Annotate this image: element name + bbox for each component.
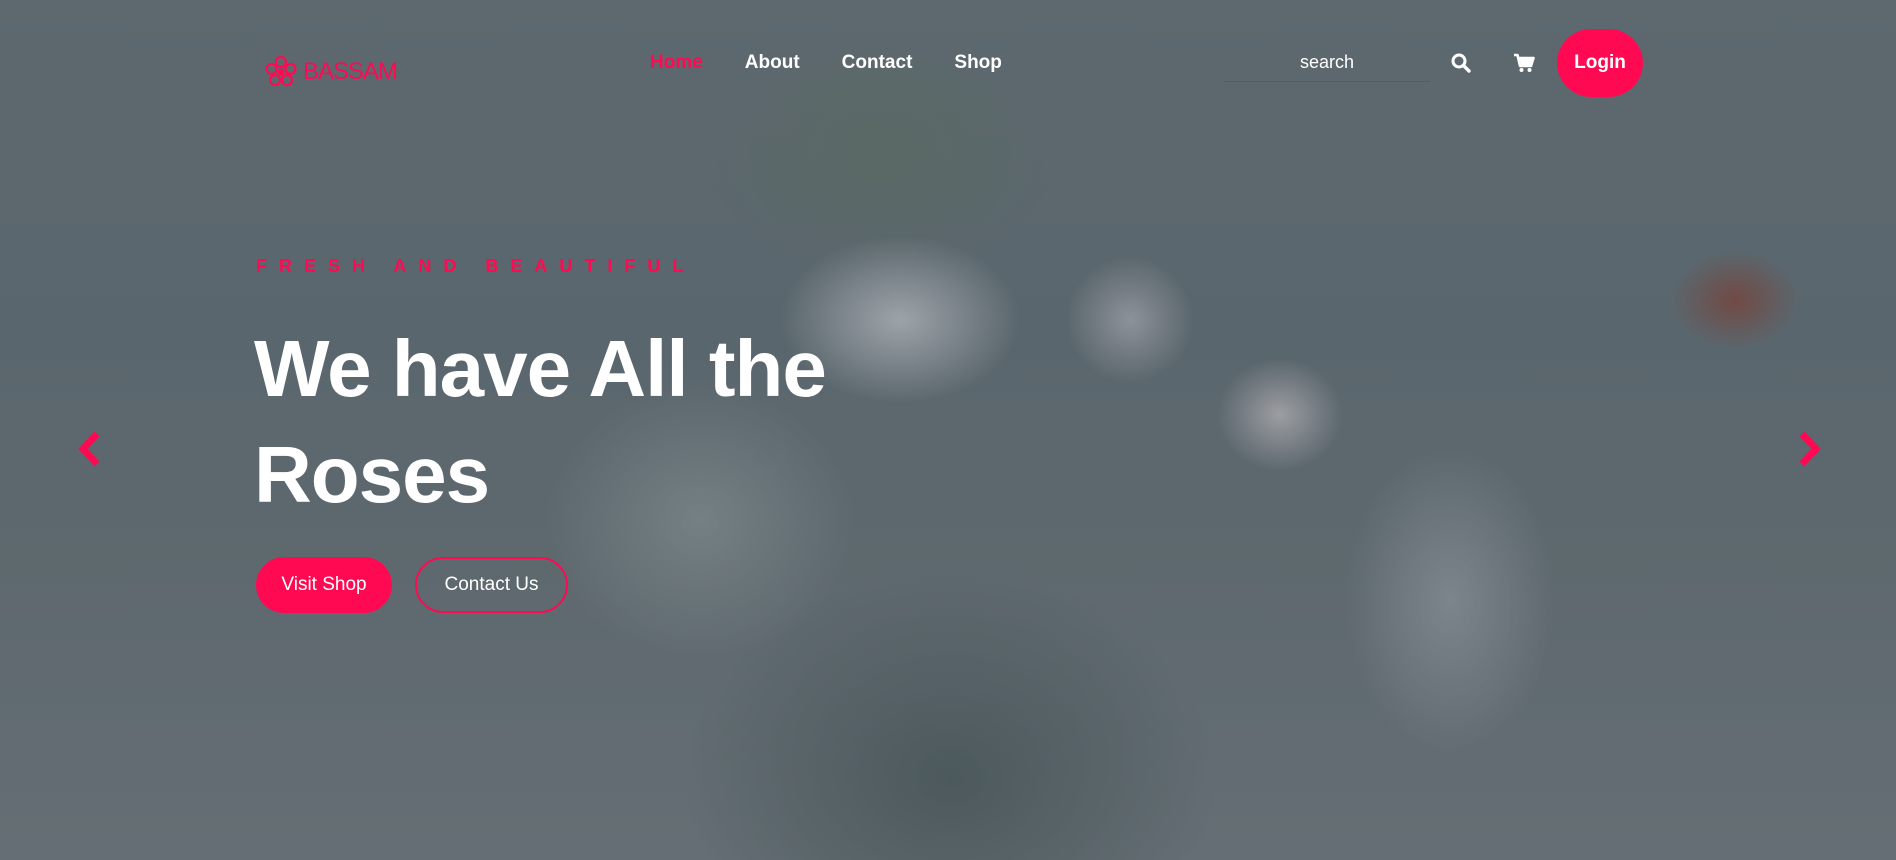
hero-kicker: FRESH AND BEAUTIFUL	[256, 256, 696, 276]
chevron-left-icon	[78, 431, 100, 467]
chevron-right-icon	[1799, 431, 1821, 467]
nav-item-contact[interactable]: Contact	[842, 50, 913, 76]
search-button[interactable]	[1448, 50, 1474, 76]
cart-icon	[1514, 53, 1535, 72]
carousel-next-button[interactable]	[1793, 428, 1825, 470]
nav-item-home[interactable]: Home	[650, 50, 703, 76]
search-box	[1224, 45, 1430, 82]
carousel-prev-button[interactable]	[74, 428, 106, 470]
logo[interactable]: BASSAM	[263, 54, 398, 90]
flower-icon	[265, 55, 297, 87]
cart-button[interactable]	[1511, 50, 1537, 76]
search-input[interactable]	[1224, 45, 1430, 79]
search-icon	[1451, 53, 1471, 73]
brand-name: BASSAM	[303, 58, 398, 85]
hero-headline: We have All the Roses	[254, 324, 827, 519]
visit-shop-button[interactable]: Visit Shop	[256, 557, 392, 613]
nav-item-about[interactable]: About	[745, 50, 800, 76]
login-button[interactable]: Login	[1557, 29, 1643, 97]
main-nav: Home About Contact Shop	[650, 50, 1002, 76]
nav-item-shop[interactable]: Shop	[954, 50, 1002, 76]
contact-us-button[interactable]: Contact Us	[415, 557, 568, 613]
